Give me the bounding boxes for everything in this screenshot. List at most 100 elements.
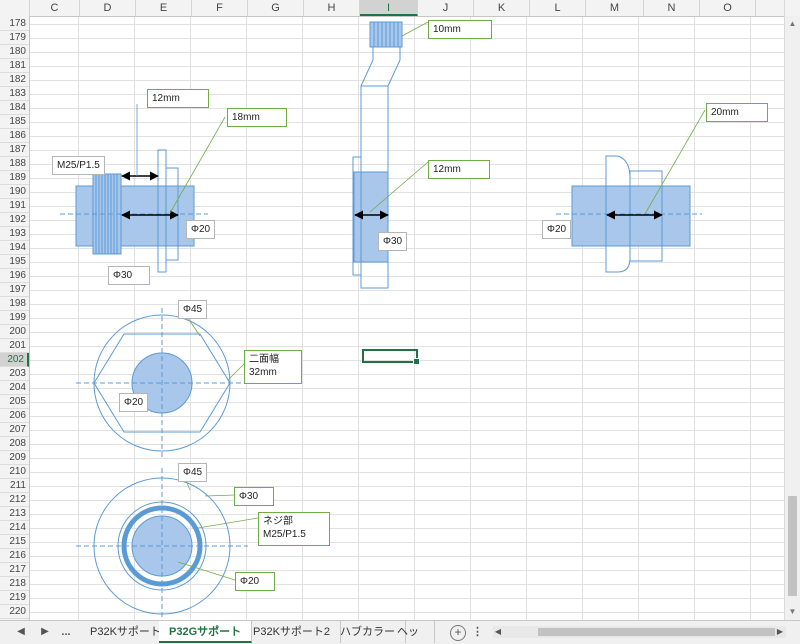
row-header-194[interactable]: 194 [0,241,29,255]
callout-phi45-bottom[interactable]: Φ45 [178,463,208,482]
row-header-207[interactable]: 207 [0,423,29,437]
column-header-m[interactable]: M [586,0,644,16]
row-header-205[interactable]: 205 [0,395,29,409]
tab-p32g-support[interactable]: P32Gサポート [159,621,253,643]
column-header-f[interactable]: F [192,0,248,16]
row-header-186[interactable]: 186 [0,129,29,143]
vertical-scroll-thumb[interactable] [788,496,797,596]
row-header-210[interactable]: 210 [0,465,29,479]
column-header-j[interactable]: J [418,0,474,16]
column-header-g[interactable]: G [248,0,304,16]
row-header-198[interactable]: 198 [0,297,29,311]
row-header-190[interactable]: 190 [0,185,29,199]
row-header-199[interactable]: 199 [0,311,29,325]
row-header-215[interactable]: 215 [0,535,29,549]
column-header-d[interactable]: D [80,0,136,16]
row-header-179[interactable]: 179 [0,31,29,45]
select-all-corner[interactable] [0,0,30,16]
callout-screw-part-line1: ネジ部 [263,516,293,527]
callout-across-flats[interactable]: 二面幅 32mm [244,350,302,384]
callout-phi20-hex[interactable]: Φ20 [119,393,149,412]
row-header-188[interactable]: 188 [0,157,29,171]
row-header-184[interactable]: 184 [0,101,29,115]
callout-12mm-thread-length[interactable]: 12mm [147,89,209,108]
row-header-197[interactable]: 197 [0,283,29,297]
row-header-220[interactable]: 220 [0,605,29,619]
horizontal-scroll-thumb[interactable] [538,628,775,636]
callout-thread-size[interactable]: M25/P1.5 [52,156,105,175]
callout-phi45-top[interactable]: Φ45 [178,300,208,319]
row-header-202[interactable]: 202 [0,353,29,367]
row-header-193[interactable]: 193 [0,227,29,241]
row-header-191[interactable]: 191 [0,199,29,213]
callout-phi20-left[interactable]: Φ20 [186,220,216,239]
row-header-201[interactable]: 201 [0,339,29,353]
column-header-i[interactable]: I [360,0,418,16]
row-header-183[interactable]: 183 [0,87,29,101]
row-header-182[interactable]: 182 [0,73,29,87]
callout-across-flats-line2: 32mm [249,367,277,378]
row-header-196[interactable]: 196 [0,269,29,283]
column-header-o[interactable]: O [700,0,756,16]
row-header-219[interactable]: 219 [0,591,29,605]
row-header-bar: 178 179 180 181 182 183 184 185 186 187 188 189 190 1… [0,16,30,620]
row-header-195[interactable]: 195 [0,255,29,269]
column-header-n[interactable]: N [644,0,700,16]
corner-box [785,0,800,16]
row-header-200[interactable]: 200 [0,325,29,339]
tab-scroll-right-icon[interactable]: ▶ [38,621,52,643]
callout-18mm-length[interactable]: 18mm [227,108,287,127]
row-header-189[interactable]: 189 [0,171,29,185]
row-header-178[interactable]: 178 [0,17,29,31]
sheet-tab-bar: ◀ ▶ ... P32Kサポート P32Gサポート P32Kサポート2 ハブカラ… [0,620,800,644]
row-header-214[interactable]: 214 [0,521,29,535]
row-header-181[interactable]: 181 [0,59,29,73]
tab-more-left[interactable]: ... [58,621,74,643]
row-header-204[interactable]: 204 [0,381,29,395]
callout-phi30-bottom[interactable]: Φ30 [234,487,274,506]
callout-screw-part[interactable]: ネジ部 M25/P1.5 [258,512,330,546]
callout-screw-part-line2: M25/P1.5 [263,529,306,540]
callout-phi20-bottom[interactable]: Φ20 [235,572,275,591]
row-header-217[interactable]: 217 [0,563,29,577]
row-header-187[interactable]: 187 [0,143,29,157]
tab-split-handle[interactable]: ⋮ [472,621,483,643]
row-header-213[interactable]: 213 [0,507,29,521]
row-header-216[interactable]: 216 [0,549,29,563]
row-header-180[interactable]: 180 [0,45,29,59]
row-header-203[interactable]: 203 [0,367,29,381]
tab-head[interactable]: ヘッド: [391,621,435,643]
column-header-h[interactable]: H [304,0,360,16]
row-header-209[interactable]: 209 [0,451,29,465]
cell-grid[interactable] [30,17,785,620]
column-header-l[interactable]: L [530,0,586,16]
row-header-218[interactable]: 218 [0,577,29,591]
tab-p32k-support-2[interactable]: P32Kサポート2 [243,621,342,643]
hscroll-right-icon[interactable]: ▶ [775,626,785,638]
scroll-up-icon[interactable]: ▲ [785,16,800,31]
row-header-192[interactable]: 192 [0,213,29,227]
active-cell-i202[interactable] [362,349,420,365]
column-header-bar: C D E F G H I J K L M N O [0,0,785,17]
callout-phi30-middle[interactable]: Φ30 [378,232,408,251]
row-header-211[interactable]: 211 [0,479,29,493]
callout-across-flats-line1: 二面幅 [249,354,279,365]
row-header-208[interactable]: 208 [0,437,29,451]
row-header-212[interactable]: 212 [0,493,29,507]
row-header-185[interactable]: 185 [0,115,29,129]
callout-12mm-middle[interactable]: 12mm [428,160,490,179]
vertical-scrollbar[interactable]: ▲ ▼ [784,0,800,620]
callout-10mm[interactable]: 10mm [428,20,492,39]
callout-phi30-left[interactable]: Φ30 [108,266,150,285]
scroll-down-icon[interactable]: ▼ [785,604,800,619]
column-header-k[interactable]: K [474,0,530,16]
add-sheet-icon[interactable]: + [450,625,466,641]
tab-scroll-left-icon[interactable]: ◀ [14,621,28,643]
hscroll-left-icon[interactable]: ◀ [493,626,503,638]
row-header-206[interactable]: 206 [0,409,29,423]
column-header-c[interactable]: C [30,0,80,16]
callout-phi20-right[interactable]: Φ20 [542,220,572,239]
column-header-e[interactable]: E [136,0,192,16]
horizontal-scrollbar[interactable]: ◀ ▶ [493,626,786,638]
callout-20mm[interactable]: 20mm [706,103,768,122]
